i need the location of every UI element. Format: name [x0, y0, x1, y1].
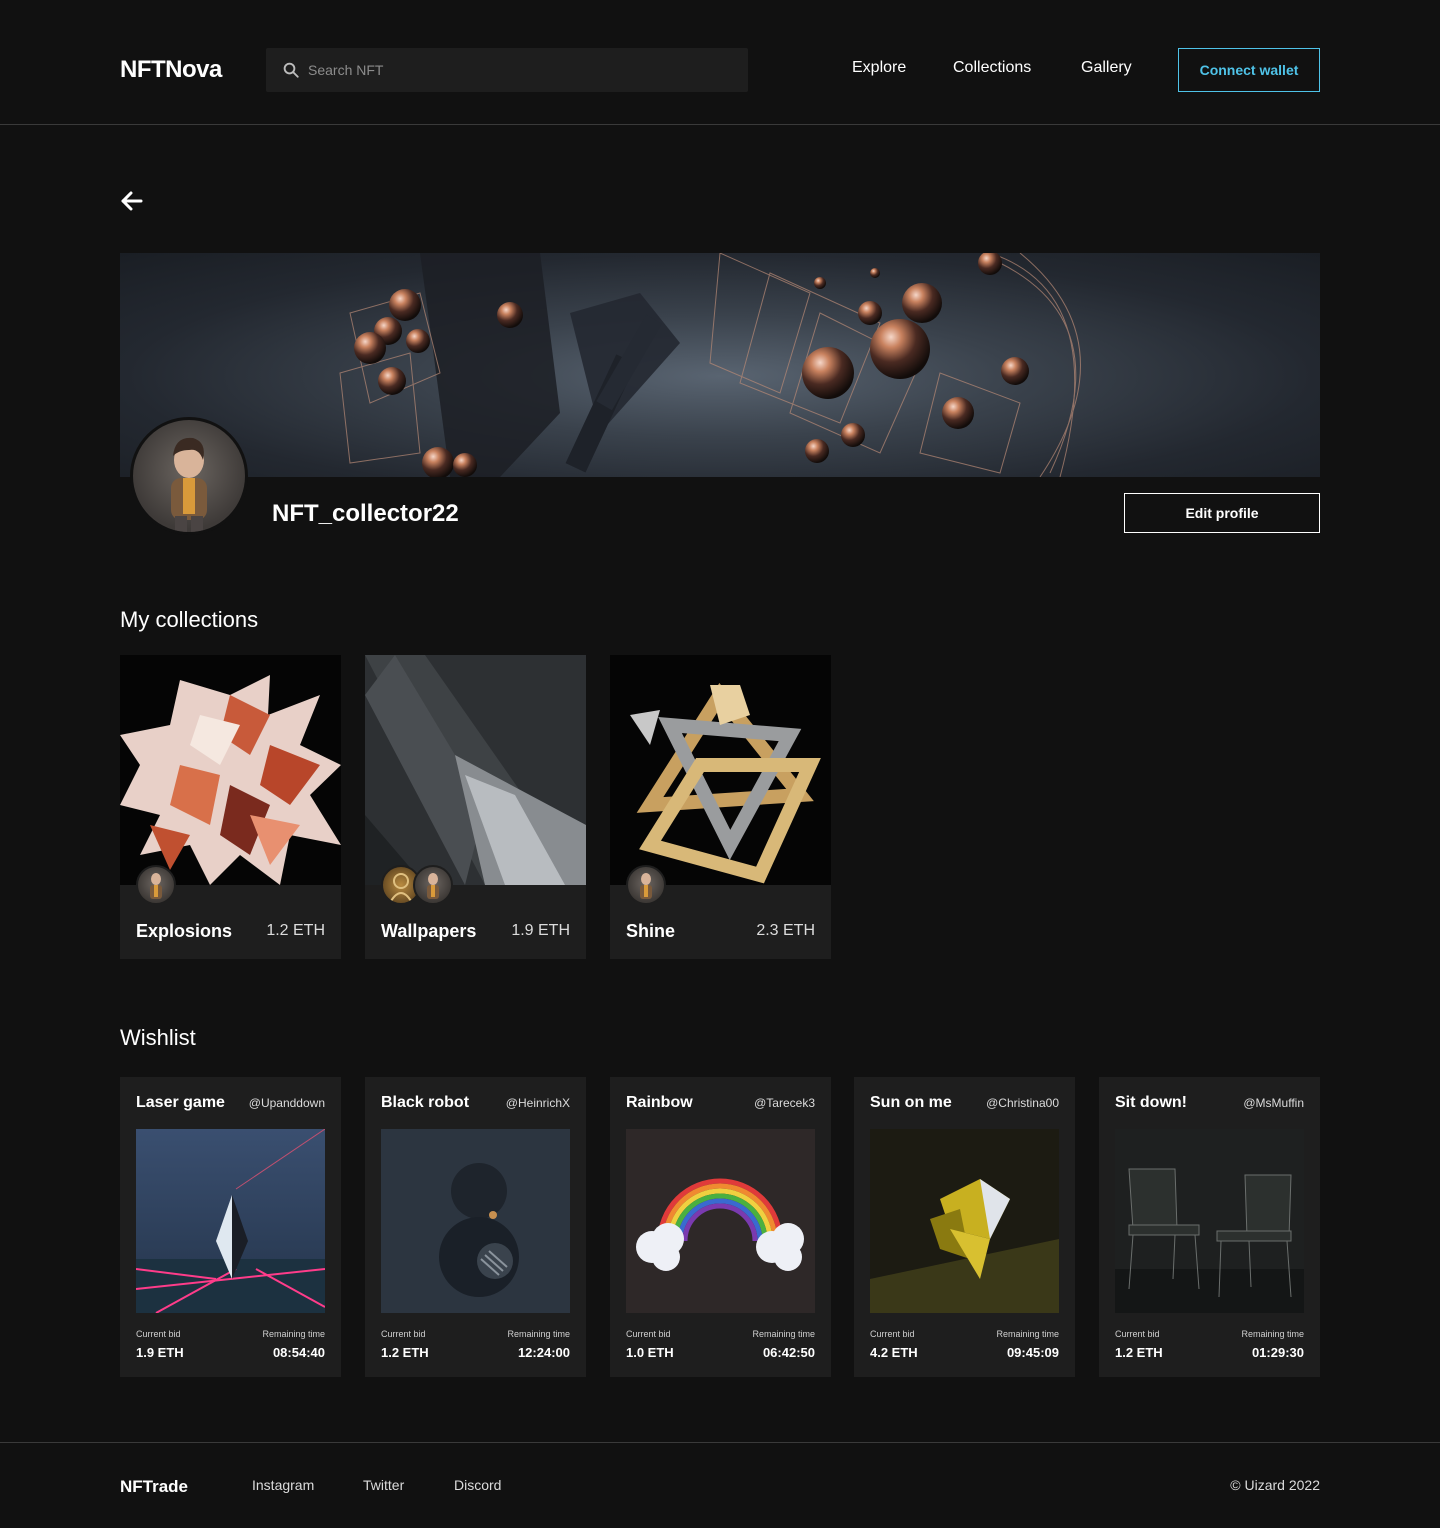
remaining-time-value: 12:24:00	[517, 1345, 570, 1360]
search-input[interactable]	[308, 48, 738, 92]
creator-handle[interactable]: @Upanddown	[249, 1096, 325, 1110]
wishlist-card-black-robot[interactable]: Black robot @HeinrichX Current bid Remai…	[365, 1077, 586, 1377]
nav-gallery[interactable]: Gallery	[1081, 59, 1132, 77]
collection-name: Shine	[626, 921, 676, 941]
footer-logo[interactable]: NFTrade	[120, 1477, 188, 1497]
nft-title: Laser game	[136, 1094, 225, 1111]
remaining-time-value: 01:29:30	[1251, 1345, 1304, 1360]
footer: NFTrade Instagram Twitter Discord © Uiza…	[0, 1442, 1440, 1528]
collection-card-explosions[interactable]: Explosions 1.2 ETH	[120, 655, 341, 959]
nft-image	[381, 1129, 570, 1313]
search-icon	[283, 62, 299, 78]
remaining-time-label: Remaining time	[1241, 1329, 1304, 1339]
owner-avatar	[136, 865, 176, 905]
collection-price: 1.2 ETH	[266, 922, 325, 939]
nav-collections[interactable]: Collections	[953, 59, 1031, 77]
owner-avatar	[626, 865, 666, 905]
current-bid-value: 1.2 ETH	[381, 1345, 429, 1360]
remaining-time-label: Remaining time	[262, 1329, 325, 1339]
remaining-time-value: 08:54:40	[272, 1345, 325, 1360]
nft-image	[626, 1129, 815, 1313]
profile-avatar[interactable]	[130, 417, 248, 535]
nft-title: Sit down!	[1115, 1094, 1187, 1111]
nft-image	[136, 1129, 325, 1313]
collection-owners	[136, 865, 176, 905]
wishlist-card-laser-game[interactable]: Laser game @Upanddown Current bid Remain…	[120, 1077, 341, 1377]
collection-owners	[381, 865, 453, 905]
creator-handle[interactable]: @MsMuffin	[1243, 1096, 1304, 1110]
collection-price: 2.3 ETH	[756, 922, 815, 939]
collection-name: Explosions	[136, 921, 233, 941]
current-bid-label: Current bid	[870, 1329, 915, 1339]
remaining-time-label: Remaining time	[507, 1329, 570, 1339]
current-bid-value: 4.2 ETH	[870, 1345, 918, 1360]
remaining-time-value: 06:42:50	[762, 1345, 815, 1360]
collection-owners	[626, 865, 666, 905]
collection-name: Wallpapers	[381, 921, 477, 941]
collection-card-shine[interactable]: Shine 2.3 ETH	[610, 655, 831, 959]
current-bid-value: 1.9 ETH	[136, 1345, 184, 1360]
wishlist-card-rainbow[interactable]: Rainbow @Tarecek3 Current bid Remaining …	[610, 1077, 831, 1377]
collection-image	[365, 655, 586, 885]
wishlist-heading: Wishlist	[120, 1025, 196, 1050]
top-navbar: NFTNova Explore Collections Gallery Conn…	[0, 0, 1440, 125]
nft-image	[870, 1129, 1059, 1313]
nft-title: Rainbow	[626, 1094, 693, 1111]
collection-image	[610, 655, 831, 885]
footer-link-discord[interactable]: Discord	[454, 1477, 501, 1493]
current-bid-label: Current bid	[1115, 1329, 1160, 1339]
current-bid-label: Current bid	[136, 1329, 181, 1339]
creator-handle[interactable]: @HeinrichX	[506, 1096, 570, 1110]
connect-wallet-button[interactable]: Connect wallet	[1178, 48, 1320, 92]
footer-link-twitter[interactable]: Twitter	[363, 1477, 404, 1493]
wishlist-card-sit-down[interactable]: Sit down! @MsMuffin Current bid Remainin…	[1099, 1077, 1320, 1377]
remaining-time-label: Remaining time	[996, 1329, 1059, 1339]
edit-profile-button[interactable]: Edit profile	[1124, 493, 1320, 533]
nft-title: Black robot	[381, 1094, 470, 1111]
nft-title: Sun on me	[870, 1094, 952, 1111]
back-arrow-icon[interactable]	[120, 189, 144, 213]
profile-banner-image	[120, 253, 1320, 477]
footer-link-instagram[interactable]: Instagram	[252, 1477, 314, 1493]
wishlist-card-sun-on-me[interactable]: Sun on me @Christina00 Current bid Remai…	[854, 1077, 1075, 1377]
collection-image	[120, 655, 341, 885]
nft-image	[1115, 1129, 1304, 1313]
collection-price: 1.9 ETH	[511, 922, 570, 939]
current-bid-label: Current bid	[626, 1329, 671, 1339]
brand-logo[interactable]: NFTNova	[120, 56, 222, 84]
copyright-text: © Uizard 2022	[1230, 1477, 1320, 1493]
remaining-time-label: Remaining time	[752, 1329, 815, 1339]
collection-card-wallpapers[interactable]: Wallpapers 1.9 ETH	[365, 655, 586, 959]
creator-handle[interactable]: @Christina00	[986, 1096, 1059, 1110]
remaining-time-value: 09:45:09	[1006, 1345, 1059, 1360]
current-bid-value: 1.2 ETH	[1115, 1345, 1163, 1360]
search-bar[interactable]	[266, 48, 748, 92]
profile-username: NFT_collector22	[272, 500, 459, 527]
creator-handle[interactable]: @Tarecek3	[754, 1096, 815, 1110]
nav-explore[interactable]: Explore	[852, 59, 906, 77]
current-bid-label: Current bid	[381, 1329, 426, 1339]
collections-heading: My collections	[120, 607, 259, 632]
current-bid-value: 1.0 ETH	[626, 1345, 674, 1360]
owner-avatar	[413, 865, 453, 905]
